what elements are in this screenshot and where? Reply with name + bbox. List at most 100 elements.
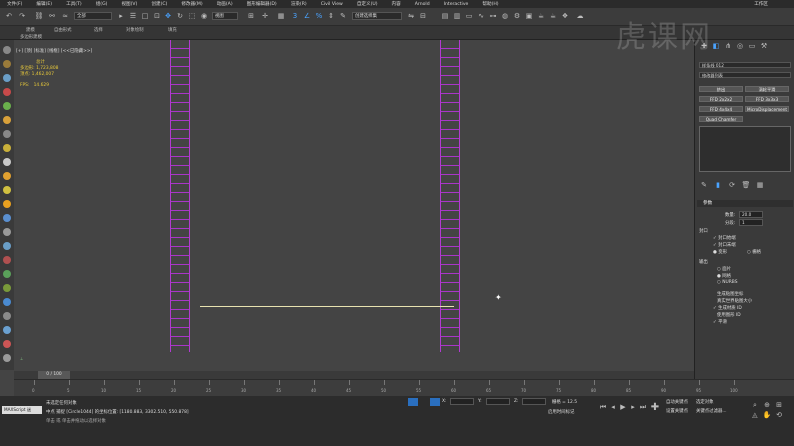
configure-sets-icon[interactable]: ▦	[755, 180, 765, 190]
use-shape-ids-checkbox[interactable]: 使用图形 ID	[717, 312, 741, 318]
tool-icon-20[interactable]	[3, 312, 11, 320]
tool-icon-23[interactable]	[3, 354, 11, 362]
viewport-label[interactable]: [+] [顶] [标准] [线框] [<<已隐藏>>]	[16, 48, 92, 54]
ffd-3x3x3-button[interactable]: FFD 3x3x3	[745, 96, 789, 102]
select-move-icon[interactable]: ✥	[163, 11, 173, 21]
tool-icon-8[interactable]	[3, 144, 11, 152]
render-active-icon[interactable]: ❖	[560, 11, 570, 21]
x-field[interactable]	[450, 398, 474, 405]
menu-tools[interactable]: 工具(T)	[59, 1, 89, 7]
time-slider[interactable]: 0 / 100	[38, 371, 70, 379]
previous-frame-icon[interactable]: ◂	[608, 402, 618, 412]
remove-modifier-icon[interactable]: 🗑	[741, 180, 751, 190]
select-rotate-icon[interactable]: ↻	[175, 11, 185, 21]
play-icon[interactable]: ▶	[618, 402, 628, 412]
tool-icon-12[interactable]	[3, 200, 11, 208]
menu-edit[interactable]: 编辑(E)	[29, 1, 59, 7]
gen-mapping-checkbox[interactable]: 生成贴图坐标	[717, 291, 743, 297]
render-iterative-icon[interactable]: ☕	[548, 11, 558, 21]
tab-freeform[interactable]: 自由形式	[54, 27, 72, 33]
redo-icon[interactable]: ↷	[17, 11, 27, 21]
menu-group[interactable]: 组(G)	[89, 1, 115, 7]
menu-rendering[interactable]: 渲染(R)	[284, 1, 314, 7]
zoom-icon[interactable]: ⌕	[750, 400, 760, 410]
tool-icon-5[interactable]	[3, 102, 11, 110]
percent-snap-icon[interactable]: %	[314, 11, 324, 21]
window-crossing-icon[interactable]: ⊡	[152, 11, 162, 21]
ffd-4x4x4-button[interactable]: FFD 4x4x4	[699, 106, 743, 112]
unlink-icon[interactable]: ⚯	[47, 11, 57, 21]
set-key-icon[interactable]: ✚	[650, 402, 660, 413]
tool-icon-21[interactable]	[3, 326, 11, 334]
rendered-frame-icon[interactable]: ▣	[524, 11, 534, 21]
menu-interactive[interactable]: Interactive	[437, 2, 476, 7]
tab-modeling[interactable]: 建模	[26, 27, 35, 33]
schematic-view-icon[interactable]: ⊶	[488, 11, 498, 21]
real-world-map-checkbox[interactable]: 真实世界贴图大小	[717, 298, 752, 304]
snap-toggle-icon[interactable]: 3	[290, 11, 300, 21]
tool-icon-10[interactable]	[3, 172, 11, 180]
tool-icon-17[interactable]	[3, 270, 11, 278]
named-selection-dropdown[interactable]: 创建选择集	[352, 12, 402, 20]
tool-icon-2[interactable]	[3, 60, 11, 68]
tool-icon-6[interactable]	[3, 116, 11, 124]
modifier-list-dropdown[interactable]: 修改器列表	[699, 72, 791, 78]
time-slider-track[interactable]: 0 / 100	[14, 371, 694, 379]
field-of-view-icon[interactable]: ◬	[750, 410, 760, 420]
go-to-start-icon[interactable]: ⏮	[598, 402, 608, 412]
tool-icon-7[interactable]	[3, 130, 11, 138]
pin-stack-icon[interactable]: ✎	[699, 180, 709, 190]
object-name-field[interactable]: 样条线 012	[699, 62, 791, 68]
tool-icon-9[interactable]	[3, 158, 11, 166]
menu-graph-editors[interactable]: 图形编辑器(D)	[240, 1, 284, 7]
select-scale-icon[interactable]: ⬚	[187, 11, 197, 21]
tool-icon-3[interactable]	[3, 74, 11, 82]
place-icon[interactable]: ◉	[199, 11, 209, 21]
curve-editor-icon[interactable]: ∿	[476, 11, 486, 21]
tool-icon-11[interactable]	[3, 186, 11, 194]
auto-key-button[interactable]: 自动关键点	[666, 399, 688, 405]
angle-snap-icon[interactable]: ∠	[302, 11, 312, 21]
amount-spinner[interactable]: 20.0	[739, 211, 763, 218]
ffd-2x2x2-button[interactable]: FFD 2x2x2	[699, 96, 743, 102]
set-key-button[interactable]: 设置关键点	[666, 408, 688, 414]
keyboard-shortcut-icon[interactable]: ▦	[276, 11, 286, 21]
material-editor-icon[interactable]: ◍	[500, 11, 510, 21]
key-filters-button[interactable]: 关键点过滤器...	[696, 408, 727, 414]
menu-customize[interactable]: 自定义(U)	[350, 1, 385, 7]
z-field[interactable]	[522, 398, 546, 405]
microdisplacement-button[interactable]: MicroDisplacement	[745, 106, 789, 112]
selection-filter-dropdown[interactable]: 全部	[74, 12, 112, 20]
menu-modifiers[interactable]: 修改器(M)	[174, 1, 209, 7]
align-icon[interactable]: ⊟	[418, 11, 428, 21]
extrude-button[interactable]: 挤出	[699, 86, 743, 92]
menu-view[interactable]: 视图(V)	[114, 1, 144, 7]
menu-arnold[interactable]: Arnold	[408, 2, 437, 7]
rect-selection-icon[interactable]: □	[140, 11, 150, 21]
zoom-extents-icon[interactable]: ⊞	[774, 400, 784, 410]
spinner-snap-icon[interactable]: ⇕	[326, 11, 336, 21]
hierarchy-tab-icon[interactable]: ⋔	[723, 41, 733, 51]
tool-icon-14[interactable]	[3, 228, 11, 236]
next-frame-icon[interactable]: ▸	[628, 402, 638, 412]
tool-icon-19[interactable]	[3, 298, 11, 306]
zoom-all-icon[interactable]: ⊕	[762, 400, 772, 410]
select-object-icon[interactable]: ▸	[116, 11, 126, 21]
tab-object-paint[interactable]: 对象绘制	[126, 27, 144, 33]
select-manipulate-icon[interactable]: ✛	[260, 11, 270, 21]
segments-spinner[interactable]: 1	[739, 219, 763, 226]
pivot-center-icon[interactable]: ⊞	[246, 11, 256, 21]
tool-icon-4[interactable]	[3, 88, 11, 96]
select-by-name-icon[interactable]: ☰	[128, 11, 138, 21]
bind-space-warp-icon[interactable]: ≈	[60, 11, 70, 21]
edit-named-sets-icon[interactable]: ✎	[338, 11, 348, 21]
tool-icon-13[interactable]	[3, 214, 11, 222]
reference-coord-dropdown[interactable]: 视图	[212, 12, 238, 20]
render-cloud-icon[interactable]: ☁	[575, 11, 585, 21]
parameters-rollout-header[interactable]: 参数	[697, 200, 793, 207]
grid-radio[interactable]: ○ 栅格	[747, 249, 761, 255]
maxscript-listener[interactable]: MAXScript 迷	[2, 406, 42, 414]
scene-explorer-icon[interactable]: ▤	[440, 11, 450, 21]
add-time-tag[interactable]: 启用时间标记	[548, 409, 574, 415]
modifier-stack-list[interactable]	[699, 126, 791, 172]
